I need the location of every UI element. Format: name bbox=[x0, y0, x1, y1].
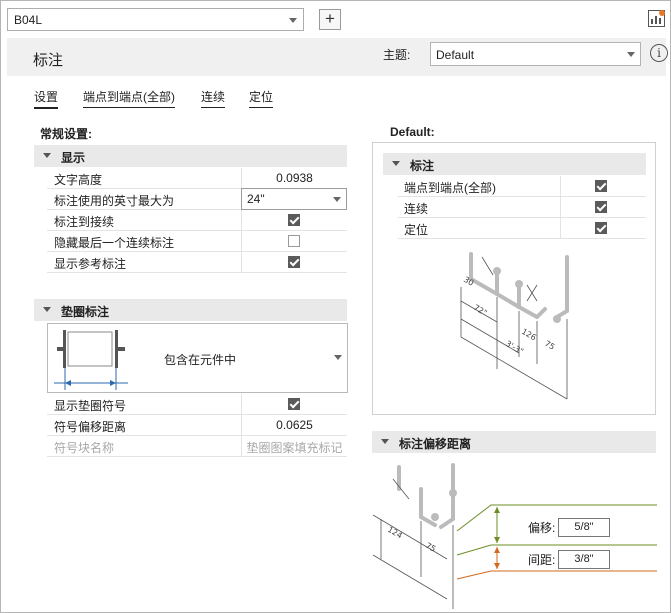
offset-preview-dim-124: 124 bbox=[386, 525, 404, 540]
info-icon[interactable]: i bbox=[650, 44, 668, 62]
spacing-label: 间距: bbox=[528, 553, 556, 567]
collapse-triangle-icon bbox=[381, 439, 389, 444]
offset-group-header[interactable]: 标注偏移距离 bbox=[372, 431, 656, 453]
property-label: 标注到接续 bbox=[54, 215, 115, 229]
default-row-continuous: 连续 bbox=[398, 197, 646, 218]
property-row-hide-last: 隐藏最后一个连续标注 bbox=[47, 231, 347, 252]
collapse-triangle-icon bbox=[392, 161, 400, 166]
chevron-down-icon bbox=[334, 355, 342, 360]
display-group-header[interactable]: 显示 bbox=[34, 145, 347, 167]
shim-style-icon bbox=[54, 330, 128, 390]
default-group-header[interactable]: 标注 bbox=[383, 153, 646, 175]
dim-to-splice-checkbox[interactable] bbox=[288, 214, 300, 226]
general-settings-heading: 常规设置: bbox=[40, 127, 92, 141]
offset-label: 偏移: bbox=[528, 521, 556, 535]
preview-dim-126: 126 bbox=[520, 327, 538, 342]
property-row-text-height: 文字高度 0.0938 bbox=[47, 168, 347, 189]
default-row-end-to-end: 端点到端点(全部) bbox=[398, 176, 646, 197]
tab-settings[interactable]: 设置 bbox=[34, 88, 59, 109]
collapse-triangle-icon bbox=[43, 153, 51, 158]
collapse-triangle-icon bbox=[43, 307, 51, 312]
property-row-symbol-block: 符号块名称 垫圈图案填充标记 bbox=[47, 436, 347, 457]
property-row-show-reference: 显示参考标注 bbox=[47, 252, 347, 273]
header-band: 标注 主题: Default i bbox=[7, 38, 668, 76]
property-label: 显示垫圈符号 bbox=[54, 399, 127, 413]
default-row-label: 定位 bbox=[404, 223, 429, 237]
dimension-settings-window: B04L + 标注 主题: Default i 设置 端点到端点(全部) 连续 … bbox=[0, 0, 671, 613]
symbol-offset-value[interactable]: 0.0625 bbox=[242, 418, 347, 432]
show-reference-checkbox[interactable] bbox=[288, 256, 300, 268]
default-end-to-end-checkbox bbox=[595, 180, 607, 192]
shim-style-select[interactable]: 包含在元件中 bbox=[47, 323, 348, 393]
property-row-dim-to-splice: 标注到接续 bbox=[47, 210, 347, 231]
preview-dim-30: 30 bbox=[462, 275, 475, 288]
offset-preview-drawing: 124 75 bbox=[373, 463, 657, 609]
max-inches-select[interactable]: 24" bbox=[241, 188, 347, 210]
default-row-location: 定位 bbox=[398, 218, 646, 239]
property-label: 符号偏移距离 bbox=[54, 420, 127, 434]
text-height-value[interactable]: 0.0938 bbox=[242, 171, 347, 185]
offset-group-title: 标注偏移距离 bbox=[399, 437, 472, 451]
property-row-symbol-offset: 符号偏移距离 0.0625 bbox=[47, 415, 347, 436]
page-title: 标注 bbox=[33, 52, 64, 69]
default-row-label: 连续 bbox=[404, 202, 429, 216]
default-heading: Default: bbox=[390, 125, 435, 139]
offset-value-field[interactable]: 5/8" bbox=[558, 518, 610, 537]
show-shim-symbol-checkbox[interactable] bbox=[288, 398, 300, 410]
property-label: 隐藏最后一个连续标注 bbox=[54, 236, 175, 250]
report-icon[interactable] bbox=[647, 9, 666, 28]
property-label: 符号块名称 bbox=[54, 441, 115, 455]
property-label: 文字高度 bbox=[54, 173, 103, 187]
standard-selector-value: B04L bbox=[14, 13, 43, 27]
theme-label: 主题: bbox=[383, 48, 411, 62]
shim-group-header[interactable]: 垫圈标注 bbox=[34, 299, 347, 321]
tab-location[interactable]: 定位 bbox=[249, 88, 274, 108]
default-continuous-checkbox bbox=[595, 201, 607, 213]
property-label: 显示参考标注 bbox=[54, 257, 127, 271]
spacing-value-field[interactable]: 3/8" bbox=[558, 550, 610, 569]
theme-select-value: Default bbox=[436, 48, 475, 62]
hide-last-checkbox[interactable] bbox=[288, 235, 300, 247]
chevron-down-icon bbox=[333, 197, 341, 202]
property-label: 标注使用的英寸最大为 bbox=[54, 194, 175, 208]
symbol-block-value: 垫圈图案填充标记 bbox=[246, 441, 343, 455]
tab-end-to-end[interactable]: 端点到端点(全部) bbox=[83, 88, 175, 108]
standard-selector[interactable]: B04L bbox=[7, 8, 304, 31]
shim-group-title: 垫圈标注 bbox=[61, 305, 110, 319]
theme-select[interactable]: Default bbox=[430, 42, 641, 66]
dimension-preview-drawing: 30 72" 3'-3" 126 75 bbox=[460, 252, 569, 400]
tab-continuous[interactable]: 连续 bbox=[201, 88, 226, 108]
preview-dim-75: 75 bbox=[543, 339, 556, 352]
property-row-max-inches: 标注使用的英寸最大为 24" bbox=[47, 188, 347, 210]
default-row-label: 端点到端点(全部) bbox=[404, 181, 496, 195]
default-location-checkbox bbox=[595, 222, 607, 234]
preview-dim-3-3: 3'-3" bbox=[504, 339, 525, 356]
add-standard-button[interactable]: + bbox=[319, 9, 341, 30]
default-group-title: 标注 bbox=[410, 159, 435, 173]
chevron-down-icon bbox=[627, 52, 635, 57]
chevron-down-icon bbox=[289, 18, 297, 23]
default-preview-panel: 标注 端点到端点(全部) 连续 定位 30 72" 3'-3" 126 75 bbox=[372, 142, 656, 415]
max-inches-value: 24" bbox=[247, 192, 265, 206]
property-row-show-shim-symbol: 显示垫圈符号 bbox=[47, 394, 347, 415]
display-group-title: 显示 bbox=[61, 151, 86, 165]
shim-style-label: 包含在元件中 bbox=[164, 353, 237, 367]
